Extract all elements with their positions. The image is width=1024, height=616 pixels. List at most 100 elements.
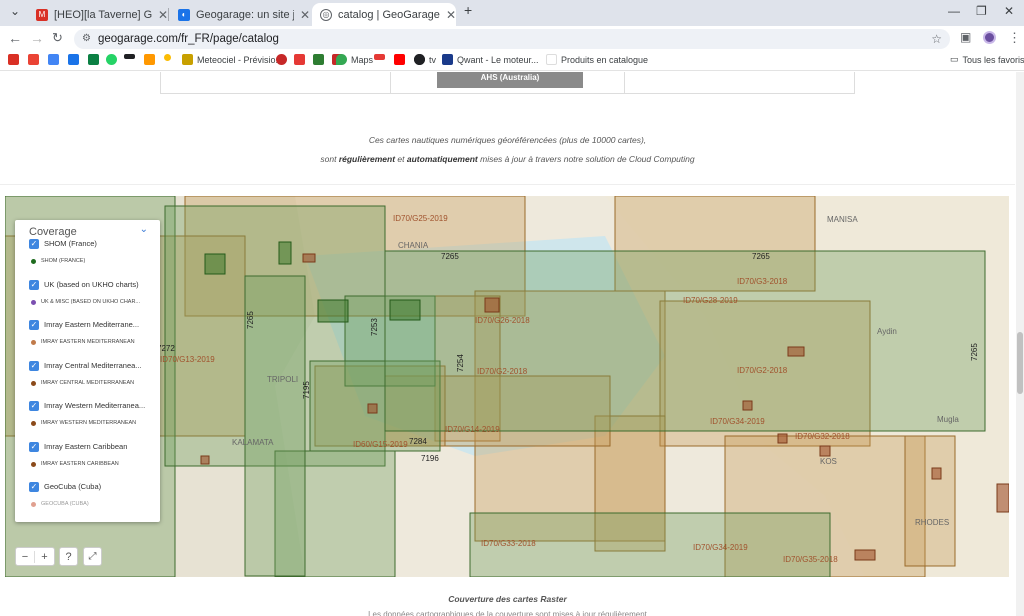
address-bar[interactable]: ⚙ geogarage.com/fr_FR/page/catalog ☆: [74, 29, 950, 49]
fullscreen-icon[interactable]: ⤢: [83, 547, 102, 566]
bookmark-item[interactable]: [106, 54, 121, 65]
bookmark-item[interactable]: [313, 54, 328, 65]
bookmark-icon: [294, 54, 305, 65]
coverage-caption: Couverture des cartes Raster: [448, 594, 567, 604]
map-label: ID70/G2-2018: [737, 366, 788, 375]
youtube-icon: [394, 54, 405, 65]
checkbox[interactable]: ✓: [29, 401, 39, 411]
map-label: ID70/G2-2018: [477, 367, 528, 376]
bookmark-item[interactable]: [144, 54, 159, 65]
tab-catalog[interactable]: ◎ catalog | GeoGarage ✕: [312, 3, 456, 26]
close-icon[interactable]: ✕: [158, 8, 168, 22]
map-label: ID70/G35-2018: [783, 555, 838, 564]
zoom-out-button[interactable]: −: [16, 550, 36, 563]
legend-dot: [31, 300, 36, 305]
bookmark-item[interactable]: [394, 54, 409, 65]
panel-title: Coverage: [29, 226, 77, 238]
sidepanel-icon[interactable]: ▣: [960, 30, 971, 44]
map-label: ID60/G15-2019: [353, 440, 408, 449]
bookmark-icon: [124, 54, 135, 59]
bookmark-item[interactable]: [8, 54, 23, 65]
browser-tab-bar: ⌄ M [HEO][la Taverne] Geogarage: s ✕ ◐ G…: [0, 0, 1024, 26]
bookmark-label: Meteociel - Prévisio...: [197, 54, 284, 65]
tab-gmail[interactable]: M [HEO][la Taverne] Geogarage: s ✕: [28, 3, 168, 26]
coverage-panel: Coverage ⌄ ✓ SHOM (France) SHOM (FRANCE)…: [15, 220, 160, 522]
bookmark-meteociel[interactable]: Meteociel - Prévisio...: [182, 54, 283, 65]
legend-dot: [31, 502, 36, 507]
all-bookmarks[interactable]: ▭ Tous les favoris: [950, 54, 1024, 65]
checkbox[interactable]: ✓: [29, 320, 39, 330]
bookmark-item[interactable]: [48, 54, 63, 65]
site-info-icon[interactable]: ⚙: [82, 29, 91, 49]
tab-search-icon[interactable]: ⌄: [10, 4, 20, 18]
help-button[interactable]: ?: [59, 547, 78, 566]
bookmark-item[interactable]: [88, 54, 103, 65]
close-window-button[interactable]: ✕: [1004, 4, 1014, 18]
map-label: CHANIA: [398, 241, 429, 250]
bookmark-label: Produits en catalogue: [561, 54, 649, 65]
chevron-down-icon[interactable]: ⌄: [140, 224, 148, 235]
map-label: 7265: [752, 252, 770, 261]
minimize-button[interactable]: —: [948, 4, 960, 18]
legend-dot: [31, 381, 36, 386]
map-label: ID70/G25-2019: [393, 214, 448, 223]
bookmark-icon: [164, 54, 171, 61]
url-text: geogarage.com/fr_FR/page/catalog: [98, 33, 279, 45]
browser-toolbar: ← → ↻ ⚙ geogarage.com/fr_FR/page/catalog…: [0, 26, 1024, 51]
map-label: 7265: [970, 343, 979, 361]
legend-dot: [31, 259, 36, 264]
menu-icon[interactable]: ⋮: [1008, 30, 1021, 46]
bookmark-maps[interactable]: Maps: [336, 54, 373, 65]
close-icon[interactable]: ✕: [300, 8, 310, 22]
bookmark-item[interactable]: [124, 54, 139, 59]
back-button[interactable]: ←: [8, 30, 22, 46]
bookmark-item[interactable]: [28, 54, 43, 65]
close-icon[interactable]: ✕: [446, 8, 456, 22]
bookmark-tv[interactable]: tv: [414, 54, 436, 65]
zoom-in-button[interactable]: +: [35, 551, 54, 563]
bookmark-star-icon[interactable]: ☆: [931, 29, 942, 49]
checkbox[interactable]: ✓: [29, 442, 39, 452]
map-label: 7265: [441, 252, 459, 261]
tv-icon: [414, 54, 425, 65]
bookmark-item[interactable]: [294, 54, 309, 65]
bookmark-item[interactable]: [164, 54, 175, 61]
bookmark-item[interactable]: [276, 54, 291, 65]
bookmark-qwant[interactable]: Qwant - Le moteur...: [442, 54, 539, 65]
tab-chat[interactable]: ◐ Geogarage: un site jueste imbib ✕: [170, 3, 310, 26]
scroll-thumb[interactable]: [1017, 332, 1023, 394]
page-content: AHS (Australia) Ces cartes nautiques num…: [0, 72, 1024, 616]
avatar[interactable]: [983, 31, 996, 44]
chat-icon: ◐: [178, 8, 190, 21]
legend-dot: [31, 421, 36, 426]
page-scrollbar[interactable]: [1016, 72, 1024, 616]
new-tab-button[interactable]: +: [464, 2, 472, 18]
catalog-cell-ahs[interactable]: AHS (Australia): [437, 72, 583, 88]
map-label: MANISA: [827, 215, 858, 224]
checkbox[interactable]: ✓: [29, 361, 39, 371]
bookmark-label: Maps: [351, 54, 374, 65]
map-label: 7195: [302, 381, 311, 399]
map-label: ID70/G34-2019: [710, 417, 765, 426]
map-label: TRIPOLI: [267, 375, 298, 384]
bookmark-produits[interactable]: Produits en catalogue: [546, 54, 648, 65]
tab-title: catalog | GeoGarage: [338, 8, 440, 21]
intro-line-2: sont régulièrement et automatiquement mi…: [320, 154, 695, 164]
checkbox[interactable]: ✓: [29, 280, 39, 290]
bookmark-label: tv: [429, 54, 437, 65]
bookmark-item[interactable]: [374, 54, 389, 60]
legend-dot: [31, 462, 36, 467]
catalog-table: AHS (Australia): [160, 72, 855, 94]
bookmark-item[interactable]: [68, 54, 83, 65]
checkbox[interactable]: ✓: [29, 239, 39, 249]
forward-button[interactable]: →: [30, 30, 44, 46]
reload-button[interactable]: ↻: [52, 30, 63, 46]
restore-button[interactable]: ❐: [976, 4, 987, 18]
map-label: ID70/G13-2019: [160, 355, 215, 364]
folder-icon: ▭: [950, 54, 959, 64]
map-label: KALAMATA: [232, 438, 274, 447]
map-label: Mugla: [937, 415, 959, 424]
checkbox[interactable]: ✓: [29, 482, 39, 492]
gmail-icon: M: [36, 8, 48, 21]
map-label: 7265: [246, 311, 255, 329]
